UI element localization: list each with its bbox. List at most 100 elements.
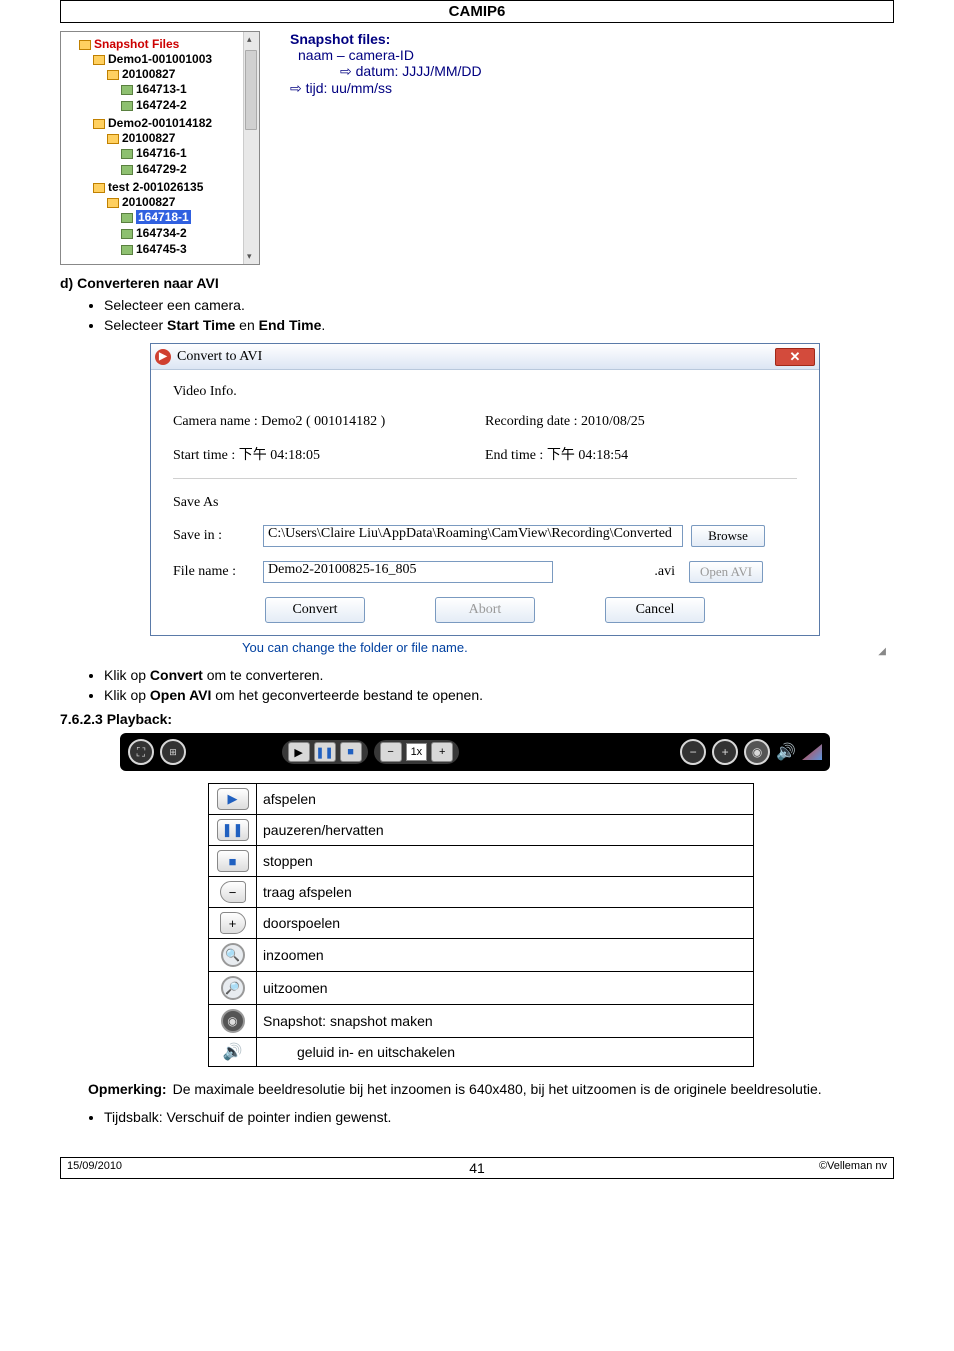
table-row: 🔎uitzoomen — [209, 972, 754, 1005]
save-in-input[interactable]: C:\Users\Claire Liu\AppData\Roaming\CamV… — [263, 525, 683, 547]
tree-folder-label[interactable]: Demo2-001014182 — [108, 116, 212, 130]
cancel-button[interactable]: Cancel — [605, 597, 705, 623]
table-row: 🔍 inzoomen — [209, 939, 754, 972]
snapshot-description: Snapshot files: naam – camera-ID ⇨ datum… — [290, 31, 482, 265]
legend-label: traag afspelen — [257, 877, 754, 908]
file-icon — [121, 85, 133, 95]
convert-dialog: ▶ Convert to AVI ✕ Video Info. Camera na… — [150, 343, 820, 636]
snapshot-button[interactable]: ◉ — [744, 739, 770, 765]
dialog-note: You can change the folder or file name.◢ — [242, 640, 894, 655]
close-button[interactable]: ✕ — [775, 348, 815, 366]
file-icon — [121, 165, 133, 175]
tree-file-label[interactable]: 164716-1 — [136, 146, 187, 160]
scrollbar[interactable] — [243, 32, 259, 264]
folder-icon — [107, 70, 119, 80]
page-header: CAMIP6 — [60, 0, 894, 23]
recording-date-label: Recording date : 2010/08/25 — [485, 414, 797, 430]
speed-label: 1x — [406, 743, 428, 761]
slow-button[interactable]: − — [380, 742, 402, 762]
save-as-label: Save As — [173, 495, 797, 511]
table-row: ❚❚ pauzeren/hervatten — [209, 815, 754, 846]
play-icon: ▶ — [217, 788, 249, 810]
pause-icon: ❚❚ — [217, 819, 249, 841]
start-time-label: Start time : 下午 04:18:05 — [173, 444, 485, 464]
table-row: ■stoppen — [209, 846, 754, 877]
tree-folder-label[interactable]: Demo1-001001003 — [108, 52, 212, 66]
tree-folder-label[interactable]: test 2-001026135 — [108, 180, 203, 194]
legend-label: pauzeren/hervatten — [257, 815, 754, 846]
file-name-label: File name : — [173, 564, 255, 580]
folder-icon — [107, 134, 119, 144]
folder-icon — [93, 183, 105, 193]
snapshot-tree-panel: Snapshot Files Demo1-001001003 20100827 … — [60, 31, 260, 265]
corner-flag-icon — [802, 744, 822, 760]
dialog-titlebar[interactable]: ▶ Convert to AVI ✕ — [151, 344, 819, 370]
zoom-out-button[interactable]: − — [680, 739, 706, 765]
resize-grip-icon[interactable]: ◢ — [878, 646, 886, 657]
zoom-out-icon: 🔍 — [221, 943, 245, 967]
settings-icon[interactable]: ⛶ — [128, 739, 154, 765]
playback-legend-table: ▶afspelen ❚❚pauzeren/hervatten ■stoppen … — [208, 783, 754, 1067]
file-icon — [121, 229, 133, 239]
speaker-icon: 🔊 — [223, 1042, 243, 1062]
table-row: ▶ afspelen — [209, 784, 754, 815]
minus-icon: − — [220, 881, 246, 903]
folder-icon — [107, 198, 119, 208]
legend-label: doorspoelen — [257, 908, 754, 939]
table-row: +doorspoelen — [209, 908, 754, 939]
zoom-in-button[interactable]: + — [712, 739, 738, 765]
desc-line: ⇨ datum: JJJJ/MM/DD — [340, 63, 482, 80]
legend-label: Snapshot: snapshot maken — [257, 1005, 754, 1038]
tree-file-selected[interactable]: 164718-1 — [136, 210, 191, 224]
tree-file-label[interactable]: 164724-2 — [136, 98, 187, 112]
table-row: 🔊geluid in- en uitschakelen — [209, 1038, 754, 1067]
end-time-label: End time : 下午 04:18:54 — [485, 444, 797, 464]
camera-icon: ◉ — [221, 1009, 245, 1033]
save-in-label: Save in : — [173, 528, 255, 544]
abort-button[interactable]: Abort — [435, 597, 535, 623]
legend-label: uitzoomen — [257, 972, 754, 1005]
file-icon — [121, 245, 133, 255]
tree-date-label[interactable]: 20100827 — [122, 67, 175, 81]
open-avi-button[interactable]: Open AVI — [689, 561, 763, 583]
tree-date-label[interactable]: 20100827 — [122, 195, 175, 209]
legend-label: inzoomen — [257, 939, 754, 972]
stop-icon: ■ — [217, 850, 249, 872]
playback-toolbar: ⛶ ⊞ ▶ ❚❚ ■ − 1x + − + ◉ 🔊 — [120, 733, 830, 771]
note-label: Opmerking: — [88, 1081, 167, 1097]
pause-button[interactable]: ❚❚ — [314, 742, 336, 762]
app-icon: ▶ — [155, 349, 171, 365]
scrollbar-thumb[interactable] — [245, 50, 257, 130]
note-text: De maximale beeldresolutie bij het inzoo… — [173, 1081, 822, 1097]
desc-line: naam – camera-ID — [298, 47, 482, 63]
tree-file-label[interactable]: 164729-2 — [136, 162, 187, 176]
desc-line: ⇨ tijd: uu/mm/ss — [290, 80, 482, 97]
play-button[interactable]: ▶ — [288, 742, 310, 762]
grid-icon[interactable]: ⊞ — [160, 739, 186, 765]
footer-date: 15/09/2010 — [67, 1160, 338, 1176]
folder-icon — [79, 40, 91, 50]
section-d-heading: d) Converteren naar AVI — [60, 275, 894, 291]
file-icon — [121, 149, 133, 159]
file-ext-label: .avi — [561, 564, 681, 580]
tree-root-label: Snapshot Files — [94, 37, 179, 51]
legend-label: afspelen — [257, 784, 754, 815]
stop-button[interactable]: ■ — [340, 742, 362, 762]
convert-button[interactable]: Convert — [265, 597, 365, 623]
file-icon — [121, 213, 133, 223]
list-item: Klik op Convert om te converteren. — [104, 665, 894, 685]
tree-file-label[interactable]: 164713-1 — [136, 82, 187, 96]
file-name-input[interactable]: Demo2-20100825-16_805 — [263, 561, 553, 583]
table-row: −traag afspelen — [209, 877, 754, 908]
list-item: Tijdsbalk: Verschuif de pointer indien g… — [104, 1107, 894, 1127]
browse-button[interactable]: Browse — [691, 525, 765, 547]
speaker-icon[interactable]: 🔊 — [776, 742, 796, 762]
tree-date-label[interactable]: 20100827 — [122, 131, 175, 145]
tree-file-label[interactable]: 164734-2 — [136, 226, 187, 240]
dialog-title-text: Convert to AVI — [177, 349, 262, 365]
folder-icon — [93, 119, 105, 129]
tree-file-label[interactable]: 164745-3 — [136, 242, 187, 256]
fast-button[interactable]: + — [431, 742, 453, 762]
footer-copyright: ©Velleman nv — [616, 1160, 887, 1176]
desc-title: Snapshot files: — [290, 31, 482, 47]
